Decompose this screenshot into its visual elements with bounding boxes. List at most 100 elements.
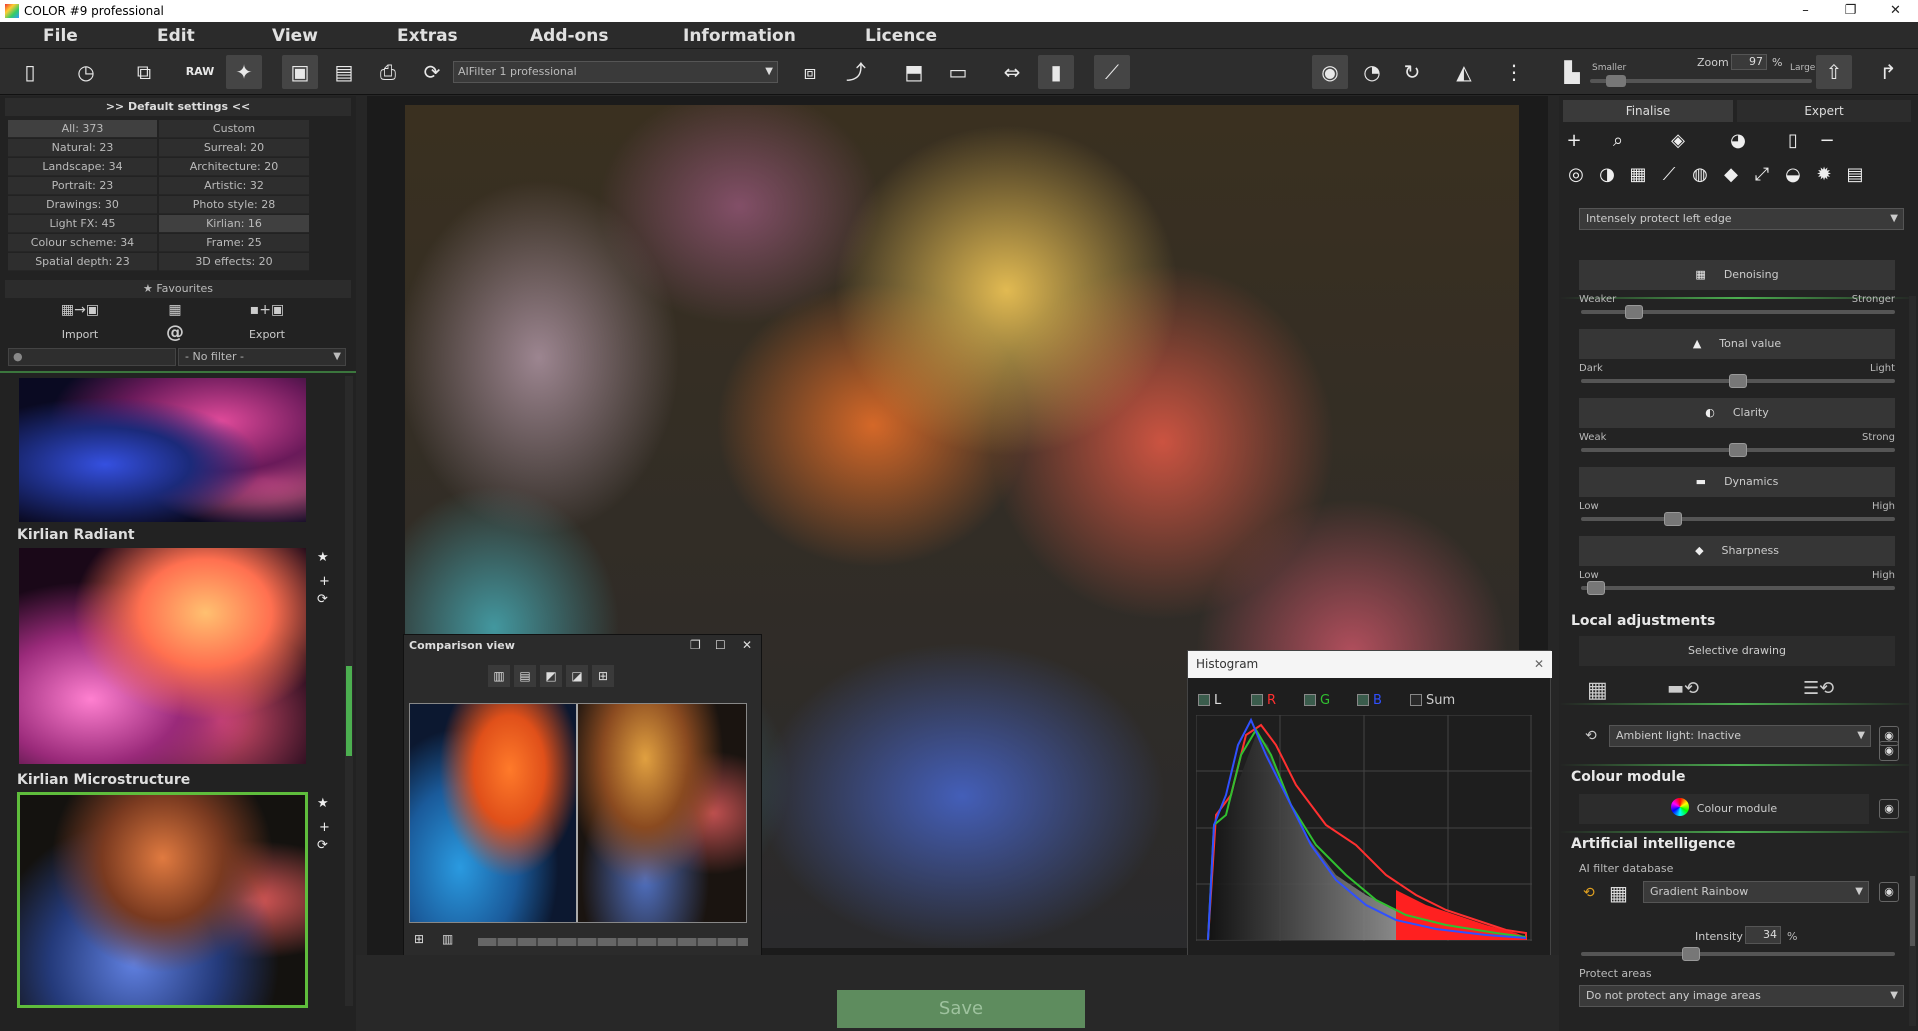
ambient-cycle-icon[interactable]: ⟲ [1585, 728, 1597, 744]
slider-header-button[interactable]: ▦ Denoising [1579, 260, 1895, 290]
save-icon[interactable]: ▣ [282, 55, 318, 89]
category-button[interactable]: Frame: 25 [159, 234, 309, 252]
slider-header-button[interactable]: ▬ Dynamics [1579, 467, 1895, 497]
tab-expert[interactable]: Expert [1737, 100, 1911, 122]
channel-checkbox-b[interactable]: B [1357, 693, 1382, 708]
tool-icon[interactable]: − [1817, 126, 1837, 156]
at-icon[interactable]: @ [160, 322, 190, 343]
effect-icon[interactable]: ◒ [1778, 160, 1808, 190]
add-icon[interactable]: + [319, 574, 330, 589]
effect-icon[interactable]: ◑ [1592, 160, 1622, 190]
landscape-cycle-icon[interactable]: ▬⟲ [1667, 678, 1699, 699]
histogram-icon[interactable]: ⟋ [1094, 55, 1130, 89]
split-view-icon[interactable]: ▥ [442, 932, 453, 946]
comparison-mode-icon[interactable]: ◩ [540, 665, 562, 687]
zoom-slider-thumb[interactable] [1606, 75, 1626, 87]
intensity-slider[interactable] [1581, 947, 1895, 961]
mirror-icon[interactable]: ◭ [1446, 55, 1482, 89]
slider-header-button[interactable]: ◐ Clarity [1579, 398, 1895, 428]
menu-edit[interactable]: Edit [157, 26, 195, 46]
layers-cycle-icon[interactable]: ☰⟲ [1803, 678, 1834, 699]
cycle-icon[interactable]: ⟳ [317, 592, 328, 607]
category-button[interactable]: Custom [159, 120, 309, 138]
comparison-mode-icon[interactable]: ⊞ [592, 665, 614, 687]
comparison-mode-icon[interactable]: ▥ [488, 665, 510, 687]
channel-checkbox-sum[interactable]: Sum [1410, 693, 1455, 708]
effect-icon[interactable]: ⤢ [1747, 160, 1777, 190]
protect-areas-select[interactable]: Do not protect any image areas ▼ [1579, 985, 1904, 1007]
adjustment-slider[interactable] [1581, 374, 1895, 388]
ambient-eye-icon[interactable]: ◉ [1879, 726, 1899, 746]
category-button[interactable]: Architecture: 20 [159, 158, 309, 176]
minimize-button[interactable]: – [1783, 0, 1828, 22]
effect-icon[interactable]: ◎ [1561, 160, 1591, 190]
menu-licence[interactable]: Licence [865, 26, 937, 46]
thumbnail-scrollbar[interactable] [345, 376, 353, 1006]
slider-header-button[interactable]: ◆ Sharpness [1579, 536, 1895, 566]
export-icon[interactable]: ⤴ [838, 55, 874, 89]
category-button[interactable]: Photo style: 28 [159, 196, 309, 214]
comparison-slider[interactable] [478, 938, 748, 946]
import-label[interactable]: Import [45, 328, 115, 341]
maximize-icon[interactable]: ☐ [715, 638, 726, 652]
effect-icon[interactable]: ⟋ [1654, 160, 1684, 190]
slider-header-button[interactable]: ▲ Tonal value [1579, 329, 1895, 359]
close-window-button[interactable]: ✕ [1873, 0, 1918, 22]
ambient-light-select[interactable]: Ambient light: Inactive ▼ [1609, 725, 1871, 747]
tool-icon[interactable]: + [1563, 126, 1585, 156]
ruler-icon[interactable]: ⇧ [1816, 55, 1852, 89]
filter-thumbnail[interactable] [17, 376, 308, 524]
menu-extras[interactable]: Extras [397, 26, 458, 46]
add-icon[interactable]: + [319, 820, 330, 835]
category-button[interactable]: Light FX: 45 [8, 215, 157, 233]
close-icon[interactable]: ✕ [742, 638, 752, 652]
close-icon[interactable]: ✕ [1534, 657, 1544, 671]
category-button[interactable]: Portrait: 23 [8, 177, 157, 195]
cycle-icon[interactable]: ⟳ [317, 838, 328, 853]
new-file-icon[interactable]: ▯ [12, 55, 48, 89]
selective-drawing-button[interactable]: Selective drawing [1579, 636, 1895, 666]
slider-thumb[interactable] [1587, 581, 1605, 595]
category-button[interactable]: Natural: 23 [8, 139, 157, 157]
default-settings-header[interactable]: >> Default settings << [5, 98, 351, 116]
arrange-icon[interactable]: ⧈ [792, 55, 828, 89]
edge-protect-select[interactable]: Intensely protect left edge ▼ [1579, 208, 1904, 230]
redo-icon[interactable]: ↻ [1394, 55, 1430, 89]
print-icon[interactable]: ⎙ [370, 55, 406, 89]
menu-addons[interactable]: Add-ons [530, 26, 608, 46]
zoom-slider[interactable] [1590, 75, 1812, 87]
favourite-star-icon[interactable]: ★ [317, 796, 329, 811]
colour-module-button[interactable]: Colour module [1579, 794, 1869, 824]
menu-file[interactable]: File [43, 26, 78, 46]
ai-cycle-icon[interactable]: ⟲ [1583, 885, 1595, 901]
ai-grid-icon[interactable]: ▦ [1609, 881, 1628, 905]
slider-thumb[interactable] [1729, 374, 1747, 388]
copy-icon[interactable]: ⧉ [126, 55, 162, 89]
save-as-icon[interactable]: ▤ [326, 55, 362, 89]
category-button[interactable]: Surreal: 20 [159, 139, 309, 157]
category-button[interactable]: Landscape: 34 [8, 158, 157, 176]
fit-icon[interactable]: ▮ [1038, 55, 1074, 89]
dots-icon[interactable]: ⋮ [1496, 55, 1532, 89]
scrollbar-thumb[interactable] [1910, 876, 1915, 946]
menu-view[interactable]: View [272, 26, 318, 46]
slider-thumb[interactable] [1625, 305, 1643, 319]
reset-icon[interactable]: ◔ [1354, 55, 1390, 89]
tab-finalise[interactable]: Finalise [1563, 100, 1733, 122]
category-button[interactable]: All: 373 [8, 120, 157, 138]
adjustment-slider[interactable] [1581, 512, 1895, 526]
preview-eye-icon[interactable]: ◉ [1312, 55, 1348, 89]
search-input[interactable]: ● [8, 348, 176, 366]
align-icon[interactable]: ▙ [1554, 55, 1590, 89]
effect-icon[interactable]: ▦ [1623, 160, 1653, 190]
category-button[interactable]: 3D effects: 20 [159, 253, 309, 271]
category-button[interactable]: Artistic: 32 [159, 177, 309, 195]
adjustment-slider[interactable] [1581, 443, 1895, 457]
filter-thumbnail-kirlian-microstructure[interactable] [17, 792, 308, 1008]
grid-icon[interactable]: ▦ [160, 302, 190, 318]
favourites-button[interactable]: ★ Favourites [5, 280, 351, 298]
filter-thumbnail-kirlian-radiant[interactable] [17, 546, 308, 766]
intensity-input[interactable]: 34 [1745, 926, 1781, 944]
category-button[interactable]: Drawings: 30 [8, 196, 157, 214]
raw-icon[interactable]: RAW [182, 55, 218, 89]
